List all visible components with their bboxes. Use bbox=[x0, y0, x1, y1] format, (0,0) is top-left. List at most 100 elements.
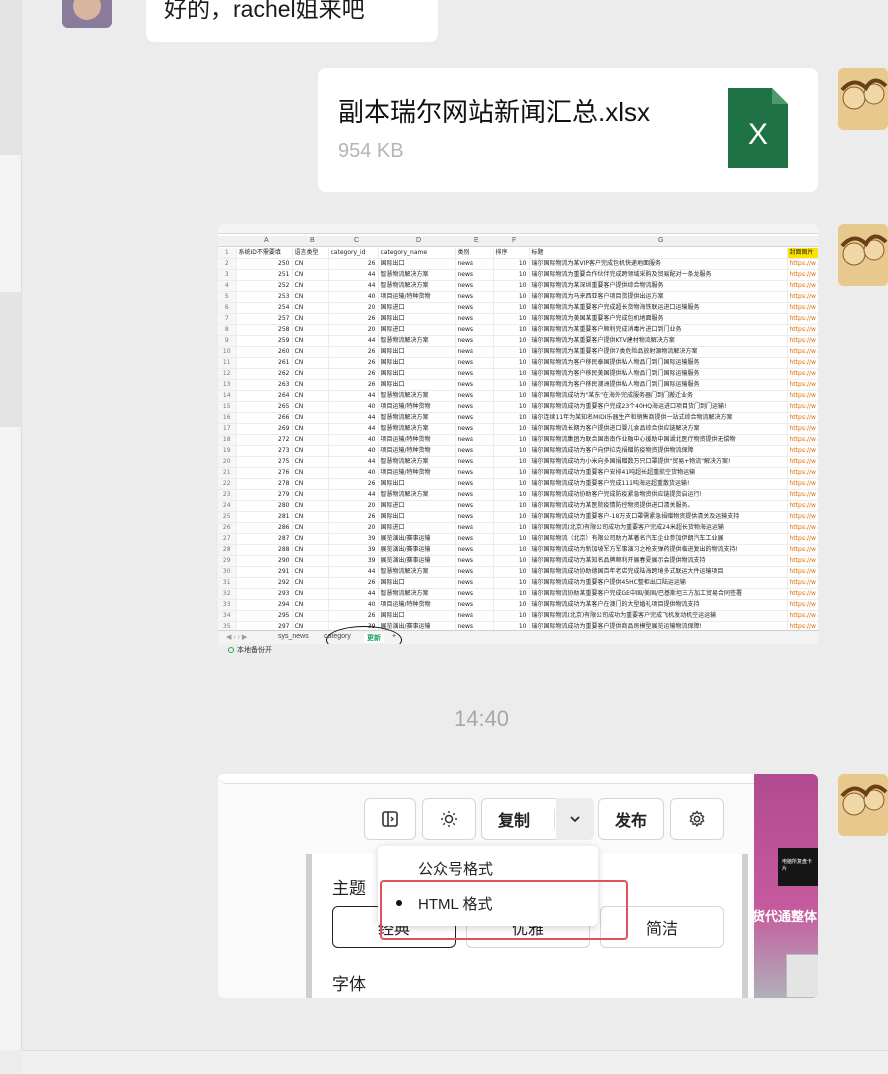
table-cell[interactable]: 瑞尔国际物流成功为客户向伊拉克捐赠防疫物资提供物流保障 bbox=[529, 445, 788, 457]
table-cell[interactable]: 265 bbox=[236, 401, 293, 413]
table-cell[interactable]: 26 bbox=[328, 258, 379, 270]
table-cell[interactable]: 国际出口 bbox=[378, 478, 456, 490]
table-cell[interactable]: 10 bbox=[493, 346, 530, 358]
table-row[interactable]: 26 286 CN 20 国际进口 news 10 瑞尔国际物流(北京)有限公司成功为重要客户… bbox=[218, 522, 818, 534]
table-cell[interactable]: 10 bbox=[493, 324, 530, 336]
message-bubble-incoming[interactable]: 好的，rachel姐来吧 bbox=[146, 0, 438, 42]
table-cell[interactable]: 智慧物流解决方案 bbox=[378, 390, 456, 402]
table-cell[interactable]: news bbox=[455, 456, 494, 468]
table-row[interactable]: 29 290 CN 39 展览演出/赛事运输 news 10 瑞尔国际物流成功为某知名品牌顺利… bbox=[218, 555, 818, 567]
table-cell[interactable]: 瑞尔国际物流成功为小米向多国捐赠数万只口罩提供"贸易+物流"解决方案! bbox=[529, 456, 788, 468]
table-cell[interactable]: 智慧物流解决方案 bbox=[378, 412, 456, 424]
table-cell[interactable]: 10 bbox=[493, 566, 530, 578]
table-cell[interactable]: https://w bbox=[787, 467, 818, 479]
table-cell[interactable]: news bbox=[455, 269, 494, 281]
table-cell[interactable]: CN bbox=[292, 412, 329, 424]
table-cell[interactable]: 10 bbox=[493, 335, 530, 347]
table-cell[interactable]: 39 bbox=[328, 544, 379, 556]
table-cell[interactable]: https://w bbox=[787, 269, 818, 281]
table-row[interactable]: 15 265 CN 40 项目运输/特种货物 news 10 瑞尔国际物流成功为重要客户完成2… bbox=[218, 401, 818, 413]
table-cell[interactable]: 国际出口 bbox=[378, 379, 456, 391]
table-cell[interactable]: news bbox=[455, 577, 494, 589]
table-cell[interactable]: 智慧物流解决方案 bbox=[378, 423, 456, 435]
table-cell[interactable]: news bbox=[455, 467, 494, 479]
table-cell[interactable]: news bbox=[455, 500, 494, 512]
table-cell[interactable]: CN bbox=[292, 456, 329, 468]
table-cell[interactable]: 40 bbox=[328, 291, 379, 303]
sidebar-item[interactable] bbox=[0, 0, 22, 155]
table-cell[interactable]: 263 bbox=[236, 379, 293, 391]
table-cell[interactable]: news bbox=[455, 423, 494, 435]
table-cell[interactable]: CN bbox=[292, 588, 329, 600]
self-avatar[interactable] bbox=[838, 774, 888, 836]
table-cell[interactable]: 瑞尔国际物流为某重要客户完成超长货物海铁联运进口运输服务 bbox=[529, 302, 788, 314]
table-cell[interactable]: 项目运输/特种货物 bbox=[378, 445, 456, 457]
table-cell[interactable]: 40 bbox=[328, 401, 379, 413]
table-cell[interactable]: 瑞尔国际物流长期为客户提供进口婴儿食品综合供应链解决方案 bbox=[529, 423, 788, 435]
contact-avatar[interactable] bbox=[62, 0, 112, 28]
table-cell[interactable]: 44 bbox=[328, 588, 379, 600]
publish-button[interactable]: 发布 bbox=[598, 798, 664, 840]
table-cell[interactable]: 295 bbox=[236, 610, 293, 622]
table-cell[interactable]: 40 bbox=[328, 434, 379, 446]
table-cell[interactable]: news bbox=[455, 335, 494, 347]
table-cell[interactable]: 国际进口 bbox=[378, 324, 456, 336]
table-cell[interactable]: 瑞尔国际物流成功为重要客户完成111吨海运超重散货运输! bbox=[529, 478, 788, 490]
table-cell[interactable]: 10 bbox=[493, 423, 530, 435]
table-cell[interactable]: 290 bbox=[236, 555, 293, 567]
table-cell[interactable]: https://w bbox=[787, 544, 818, 556]
table-row[interactable]: 31 292 CN 26 国际出口 news 10 瑞尔国际物流成功为重要客户提供45HC整柜… bbox=[218, 577, 818, 589]
table-cell[interactable]: 10 bbox=[493, 599, 530, 611]
table-cell[interactable]: CN bbox=[292, 269, 329, 281]
table-cell[interactable]: 293 bbox=[236, 588, 293, 600]
table-cell[interactable]: https://w bbox=[787, 445, 818, 457]
table-cell[interactable]: news bbox=[455, 489, 494, 501]
table-cell[interactable]: 39 bbox=[328, 555, 379, 567]
table-cell[interactable]: 260 bbox=[236, 346, 293, 358]
table-cell[interactable]: 26 bbox=[328, 313, 379, 325]
table-cell[interactable]: 10 bbox=[493, 588, 530, 600]
table-cell[interactable]: 278 bbox=[236, 478, 293, 490]
table-cell[interactable]: 10 bbox=[493, 258, 530, 270]
table-cell[interactable]: https://w bbox=[787, 412, 818, 424]
table-cell[interactable]: https://w bbox=[787, 280, 818, 292]
table-cell[interactable]: news bbox=[455, 324, 494, 336]
table-cell[interactable]: 10 bbox=[493, 379, 530, 391]
table-cell[interactable]: 瑞尔国际物流成功协助客户完成防疫紧急物资供应链提货启运行! bbox=[529, 489, 788, 501]
table-cell[interactable]: 44 bbox=[328, 269, 379, 281]
table-row[interactable]: 27 287 CN 39 展览演出/赛事运输 news 10 瑞尔国际物流（北京）有限公司助力… bbox=[218, 533, 818, 545]
table-cell[interactable]: 瑞尔国际物流为某重要客户提供7类危险品放射源物流解决方案 bbox=[529, 346, 788, 358]
table-cell[interactable]: 10 bbox=[493, 533, 530, 545]
table-cell[interactable]: 10 bbox=[493, 467, 530, 479]
table-cell[interactable]: 44 bbox=[328, 280, 379, 292]
table-cell[interactable]: news bbox=[455, 357, 494, 369]
table-cell[interactable]: https://w bbox=[787, 555, 818, 567]
table-cell[interactable]: 26 bbox=[328, 511, 379, 523]
table-cell[interactable]: 10 bbox=[493, 456, 530, 468]
table-row[interactable]: 21 276 CN 40 项目运输/特种货物 news 10 瑞尔国际物流成功为重要客户安排4… bbox=[218, 467, 818, 479]
table-cell[interactable]: CN bbox=[292, 357, 329, 369]
table-cell[interactable]: https://w bbox=[787, 489, 818, 501]
table-cell[interactable]: 26 bbox=[328, 478, 379, 490]
table-cell[interactable]: 瑞尔国际物流成功为新加坡军方军事演习之枪支弹药提供临进复出的物流支持! bbox=[529, 544, 788, 556]
table-cell[interactable]: 瑞尔国际物流成功为重要客户完成23个40HQ海运进口项目货门到门运输! bbox=[529, 401, 788, 413]
table-cell[interactable]: 44 bbox=[328, 390, 379, 402]
table-cell[interactable]: 20 bbox=[328, 522, 379, 534]
table-cell[interactable]: 286 bbox=[236, 522, 293, 534]
table-cell[interactable]: 261 bbox=[236, 357, 293, 369]
table-cell[interactable]: 44 bbox=[328, 566, 379, 578]
theme-brightness-button[interactable] bbox=[422, 798, 476, 840]
table-cell[interactable]: 10 bbox=[493, 522, 530, 534]
table-cell[interactable]: news bbox=[455, 280, 494, 292]
table-cell[interactable]: CN bbox=[292, 610, 329, 622]
table-cell[interactable]: 智慧物流解决方案 bbox=[378, 269, 456, 281]
table-cell[interactable]: 10 bbox=[493, 302, 530, 314]
table-cell[interactable]: CN bbox=[292, 533, 329, 545]
table-cell[interactable]: 10 bbox=[493, 511, 530, 523]
table-cell[interactable]: 国际进口 bbox=[378, 522, 456, 534]
table-row[interactable]: 2 250 CN 26 国际出口 news 10 瑞尔国际物流为某VIP客户完成包机快递地面服… bbox=[218, 258, 818, 270]
table-cell[interactable]: news bbox=[455, 401, 494, 413]
table-cell[interactable]: CN bbox=[292, 566, 329, 578]
table-row[interactable]: 32 293 CN 44 智慧物流解决方案 news 10 瑞尔国际物流协助某重要客户完成GE… bbox=[218, 588, 818, 600]
table-cell[interactable]: https://w bbox=[787, 588, 818, 600]
